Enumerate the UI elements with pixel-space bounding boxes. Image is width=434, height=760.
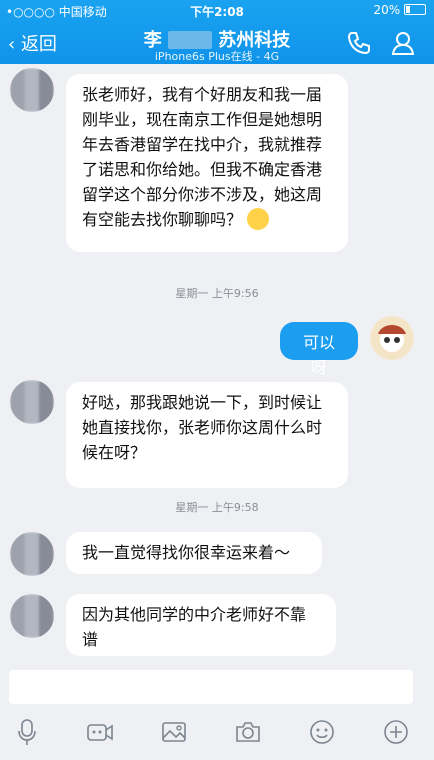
contact-avatar[interactable] <box>10 594 54 638</box>
redacted-name-block <box>168 31 212 49</box>
message-bubble[interactable]: 好哒，那我跟她说一下，到时候让她直接找你，张老师你这周什么时候在呀？ <box>66 382 348 488</box>
smile-emoji-icon <box>247 208 270 230</box>
contact-avatar[interactable] <box>10 68 54 112</box>
camera-icon[interactable] <box>234 718 262 746</box>
my-avatar[interactable] <box>370 316 414 360</box>
timestamp: 星期一 上午9:58 <box>175 501 259 514</box>
mic-icon[interactable] <box>13 718 41 746</box>
message-bubble[interactable]: 因为其他同学的中介老师好不靠谱 <box>66 594 336 656</box>
video-icon[interactable] <box>86 718 114 746</box>
chat-header: •○○○○ 中国移动 下午2:08 20% ‹ 返回 李 苏州科技 iPhone… <box>0 0 434 64</box>
message-input[interactable] <box>9 670 413 704</box>
message-text: 张老师好，我有个好朋友和我一届刚毕业，现在南京工作但是她想明年去香港留学在找中介… <box>82 85 323 229</box>
my-message-bubble[interactable]: 可以呀 <box>280 322 358 377</box>
timestamp: 星期一 上午9:56 <box>175 287 259 300</box>
message-bubble[interactable]: 张老师好，我有个好朋友和我一届刚毕业，现在南京工作但是她想明年去香港留学在找中介… <box>66 74 348 252</box>
message-text: 我一直觉得找你很幸运来着～ <box>82 543 291 562</box>
clock: 下午2:08 <box>190 5 244 19</box>
status-bar: •○○○○ 中国移动 下午2:08 20% <box>0 0 434 20</box>
emoji-icon[interactable] <box>308 718 336 746</box>
input-toolbar <box>0 708 434 760</box>
phone-icon[interactable] <box>346 30 372 56</box>
add-icon[interactable] <box>382 718 410 746</box>
battery-indicator: 20% <box>373 3 426 17</box>
message-list[interactable]: 张老师好，我有个好朋友和我一届刚毕业，现在南京工作但是她想明年去香港留学在找中介… <box>0 64 434 664</box>
contact-avatar[interactable] <box>10 380 54 424</box>
message-text: 因为其他同学的中介老师好不靠谱 <box>82 605 307 649</box>
message-bubble[interactable]: 我一直觉得找你很幸运来着～ <box>66 532 322 574</box>
person-icon[interactable] <box>390 30 416 56</box>
message-text: 可以呀 <box>302 333 335 377</box>
contact-avatar[interactable] <box>10 532 54 576</box>
image-icon[interactable] <box>160 718 188 746</box>
battery-icon <box>404 4 426 15</box>
battery-percent: 20% <box>373 3 401 17</box>
message-text: 好哒，那我跟她说一下，到时候让她直接找你，张老师你这周什么时候在呀？ <box>82 393 323 462</box>
